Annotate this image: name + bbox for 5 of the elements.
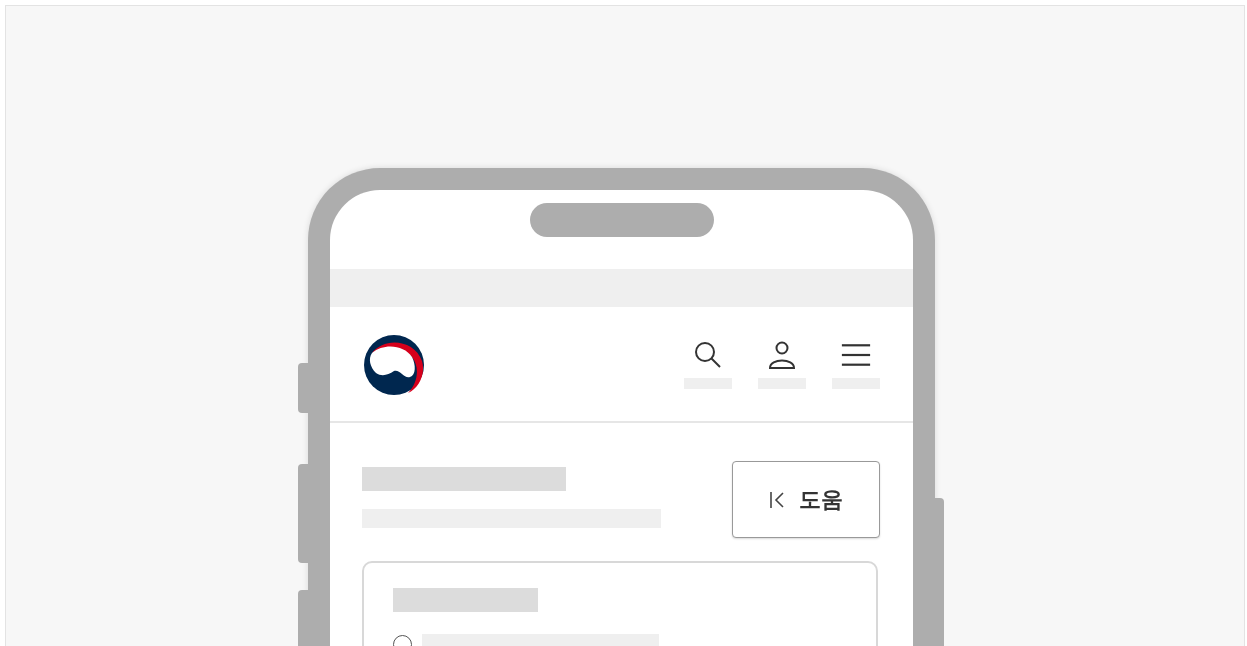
help-button[interactable]: 도움 xyxy=(732,461,880,538)
user-icon[interactable] xyxy=(767,339,797,370)
collapse-icon xyxy=(769,490,785,509)
logo-icon xyxy=(364,335,424,395)
search-icon[interactable] xyxy=(693,339,723,370)
